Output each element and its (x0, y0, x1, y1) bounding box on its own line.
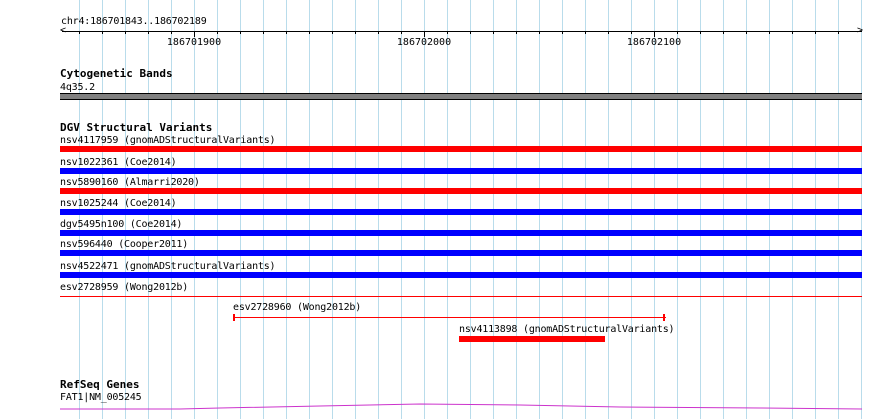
cytoband-label: 4q35.2 (60, 82, 95, 93)
variant-label: dgv5495n100 (Coe2014) (60, 219, 183, 230)
variant-label: nsv1022361 (Coe2014) (60, 157, 177, 168)
gene-model[interactable] (60, 400, 862, 412)
genome-browser-view: chr4:186701843..186702189 < > (0, 0, 890, 419)
cytoband-bar[interactable] (60, 93, 862, 100)
variant-bar[interactable] (233, 314, 666, 321)
variant-bar[interactable] (60, 146, 862, 152)
variant-label: esv2728960 (Wong2012b) (233, 302, 362, 313)
refseq-track-title[interactable]: RefSeq Genes (60, 379, 139, 391)
ruler-axis (62, 31, 862, 32)
ruler-tick-label: 186702000 (396, 37, 452, 48)
variant-label: nsv1025244 (Coe2014) (60, 198, 177, 209)
variant-bar[interactable] (60, 296, 862, 297)
variant-bar[interactable] (60, 272, 862, 278)
variant-bar[interactable] (60, 250, 862, 256)
variant-bar[interactable] (459, 336, 605, 342)
variant-bar[interactable] (60, 230, 862, 236)
variant-label: nsv4117959 (gnomADStructuralVariants) (60, 135, 276, 146)
ruler-tick-label: 186701900 (166, 37, 222, 48)
ruler-location: chr4:186701843..186702189 (61, 16, 207, 27)
variant-label: nsv4113898 (gnomADStructuralVariants) (459, 324, 675, 335)
cytoband-track-title[interactable]: Cytogenetic Bands (60, 68, 173, 80)
variant-bar[interactable] (60, 209, 862, 215)
variant-label: nsv5890160 (Almarri2020) (60, 177, 200, 188)
variant-bar[interactable] (60, 188, 862, 194)
dgv-track-title[interactable]: DGV Structural Variants (60, 122, 212, 134)
arrow-right-icon[interactable]: > (857, 26, 863, 36)
variant-label: nsv4522471 (gnomADStructuralVariants) (60, 261, 276, 272)
variant-label: esv2728959 (Wong2012b) (60, 282, 189, 293)
variant-label: nsv596440 (Cooper2011) (60, 239, 189, 250)
ruler-tick-label: 186702100 (626, 37, 682, 48)
variant-bar[interactable] (60, 168, 862, 174)
